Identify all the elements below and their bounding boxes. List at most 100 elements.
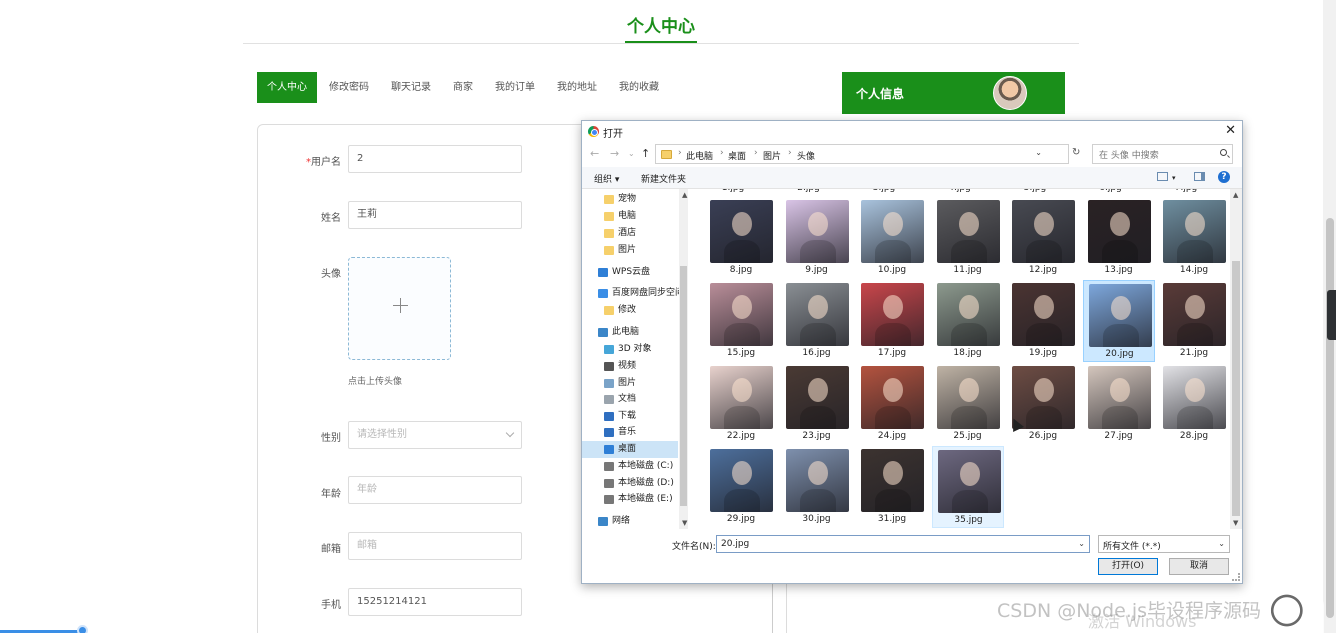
view-mode-icon[interactable] [1157,172,1168,181]
phone-field[interactable]: 15251214121 [348,588,522,616]
avatar[interactable] [993,76,1027,110]
scroll-up-arrow-icon[interactable]: ▲ [682,191,687,199]
nav-item[interactable]: 百度网盘同步空间 [582,285,684,302]
tab-merchant[interactable]: 商家 [443,72,483,103]
cat-sticker-icon [1262,588,1324,633]
help-icon[interactable]: ? [1218,171,1230,183]
nav-item[interactable]: 电脑 [582,208,678,225]
tab-my-orders[interactable]: 我的订单 [485,72,545,103]
nav-item[interactable]: 图片 [582,375,678,392]
file-item[interactable]: 35.jpg [931,446,1004,528]
chevron-down-icon[interactable]: ⌄ [1078,539,1085,548]
breadcrumb-desktop[interactable]: 桌面 [728,149,746,162]
tab-my-address[interactable]: 我的地址 [547,72,607,103]
gender-select[interactable]: 请选择性别 [348,421,522,449]
nav-item[interactable]: 本地磁盘 (E:) [582,491,678,508]
chevron-down-icon[interactable]: ▾ [1172,174,1176,182]
new-folder-button[interactable]: 新建文件夹 [641,172,686,185]
nav-item[interactable]: 本地磁盘 (C:) [582,458,678,475]
cancel-button[interactable]: 取消 [1169,558,1229,575]
chevron-down-icon[interactable]: ⌄ [1035,148,1042,157]
nav-item[interactable]: 文档 [582,391,678,408]
forward-arrow-icon[interactable]: → [610,147,619,160]
nav-item[interactable]: 修改 [582,302,678,319]
scroll-down-arrow-icon[interactable]: ▼ [1233,519,1238,527]
file-item[interactable]: 22.jpg [705,363,777,445]
search-input[interactable]: 在 头像 中搜索 [1092,144,1233,164]
nav-item[interactable]: 下载 [582,408,678,425]
nav-item[interactable]: 此电脑 [582,324,678,341]
nav-item[interactable]: 视频 [582,358,678,375]
tab-change-password[interactable]: 修改密码 [319,72,379,103]
nav-item[interactable]: 酒店 [582,225,678,242]
file-item[interactable]: 31.jpg [856,446,928,528]
nav-scrollbar-thumb[interactable] [680,266,687,506]
avatar-upload[interactable] [348,257,451,360]
tab-my-favorites[interactable]: 我的收藏 [609,72,669,103]
scroll-up-arrow-icon[interactable]: ▲ [1233,191,1238,199]
filename-input[interactable]: 20.jpg ⌄ [716,535,1090,553]
side-float-tab[interactable] [1327,290,1336,340]
file-item[interactable]: 10.jpg [856,197,928,279]
file-grid-scrollbar-thumb[interactable] [1232,261,1240,516]
recent-dropdown-icon[interactable]: ⌄ [628,149,635,158]
video-progress-handle[interactable] [77,625,88,633]
nav-item[interactable]: 音乐 [582,424,678,441]
file-item[interactable]: 21.jpg [1158,280,1230,362]
file-item[interactable]: 29.jpg [705,446,777,528]
nav-item[interactable]: 3D 对象 [582,341,678,358]
file-label: 27.jpg [1104,431,1133,441]
dialog-titlebar[interactable]: 打开 ✕ [582,121,1242,143]
back-arrow-icon[interactable]: ← [590,147,599,160]
refresh-icon[interactable]: ↻ [1072,147,1080,158]
close-icon[interactable]: ✕ [1225,123,1236,138]
organize-menu[interactable]: 组织 ▾ [594,172,619,185]
nav-item[interactable]: 本地磁盘 (D:) [582,475,678,492]
file-item[interactable]: 24.jpg [856,363,928,445]
file-item[interactable]: 14.jpg [1158,197,1230,279]
breadcrumb-avatar[interactable]: 头像 [797,149,815,162]
file-item[interactable]: 28.jpg [1158,363,1230,445]
open-button[interactable]: 打开(O) [1098,558,1158,575]
file-item[interactable]: 9.jpg [781,197,853,279]
nav-item-label: 音乐 [618,427,637,437]
nav-item[interactable]: WPS云盘 [582,264,678,281]
scroll-down-arrow-icon[interactable]: ▼ [682,519,687,527]
file-item[interactable]: 11.jpg [932,197,1004,279]
nav-item-label: 3D 对象 [618,344,652,354]
nav-item[interactable]: 宠物 [582,191,678,208]
preview-pane-icon[interactable] [1194,172,1205,181]
file-item[interactable]: 26.jpg [1007,363,1079,445]
chevron-down-icon[interactable]: ⌄ [1218,539,1225,548]
file-item[interactable]: 16.jpg [781,280,853,362]
file-item[interactable]: 15.jpg [705,280,777,362]
address-bar[interactable]: › 此电脑 › 桌面 › 图片 › 头像 ⌄ [655,144,1069,164]
page-scrollbar-thumb[interactable] [1326,218,1334,618]
tab-chat-history[interactable]: 聊天记录 [381,72,441,103]
breadcrumb-this-pc[interactable]: 此电脑 [686,149,713,162]
nav-item[interactable]: 网络 [582,513,678,529]
email-field[interactable]: 邮箱 [348,532,522,560]
nav-item-label: 图片 [618,378,637,388]
file-item[interactable]: 19.jpg [1007,280,1079,362]
file-item[interactable]: 27.jpg [1083,363,1155,445]
tab-profile[interactable]: 个人中心 [257,72,317,103]
file-item[interactable]: 17.jpg [856,280,928,362]
nav-item[interactable]: 桌面 [582,441,678,458]
file-item[interactable]: 12.jpg [1007,197,1079,279]
up-arrow-icon[interactable]: ↑ [641,147,650,160]
breadcrumb-pictures[interactable]: 图片 [763,149,781,162]
file-item[interactable]: 8.jpg [705,197,777,279]
file-item[interactable]: 25.jpg [932,363,1004,445]
name-field[interactable]: 王莉 [348,201,522,229]
file-type-filter[interactable]: 所有文件 (*.*) ⌄ [1098,535,1230,553]
age-field[interactable]: 年龄 [348,476,522,504]
file-item[interactable]: 30.jpg [781,446,853,528]
file-item[interactable]: 18.jpg [932,280,1004,362]
file-item[interactable]: 13.jpg [1083,197,1155,279]
file-item[interactable]: 23.jpg [781,363,853,445]
nav-item[interactable]: 图片 [582,242,678,259]
username-field[interactable]: 2 [348,145,522,173]
resize-grip-icon[interactable] [1232,573,1240,581]
file-item[interactable]: 20.jpg [1082,280,1155,362]
